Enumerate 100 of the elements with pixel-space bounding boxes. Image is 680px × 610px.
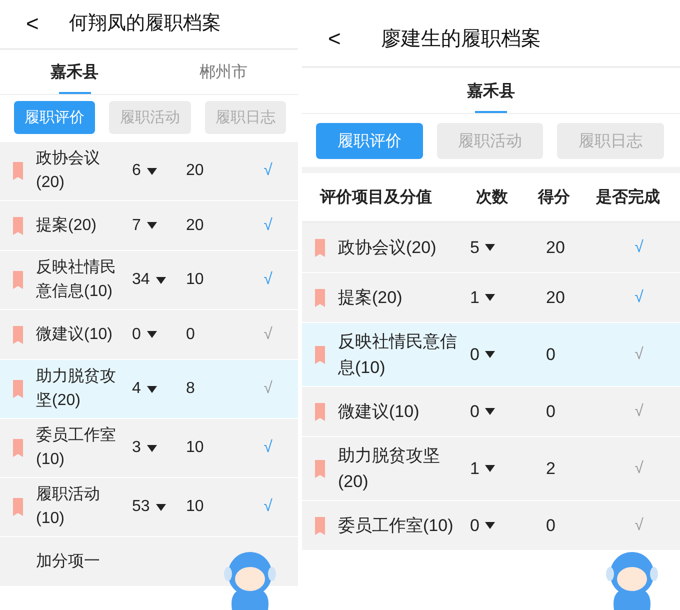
count-dropdown[interactable]: 0 (462, 342, 496, 368)
score-value: 10 (186, 497, 204, 517)
bookmark-icon (13, 326, 23, 344)
score-value: 10 (186, 270, 204, 290)
item-name: 提案(20) (338, 286, 404, 309)
caret-icon (156, 276, 166, 284)
item-name: 政协会议(20) (36, 148, 101, 193)
score-value: 20 (545, 286, 565, 309)
count-dropdown[interactable]: 1 (462, 456, 496, 482)
check-mark: √ (634, 516, 644, 536)
count-dropdown[interactable]: 53 (128, 495, 166, 519)
caret-icon (485, 408, 496, 415)
item-name: 加分项一 (36, 552, 101, 572)
bookmark-icon (13, 498, 23, 516)
count-dropdown[interactable]: 4 (128, 377, 157, 401)
table-row[interactable]: 加分项一 (0, 537, 298, 587)
item-name: 委员工作室(10) (338, 514, 454, 537)
caret-icon (146, 331, 157, 338)
table-row[interactable]: 提案(20) 7 20 √ (0, 201, 298, 251)
check-mark: √ (264, 497, 272, 517)
check-mark: √ (264, 161, 272, 181)
bookmark-icon (13, 162, 23, 180)
count-dropdown[interactable]: 0 (128, 322, 157, 346)
item-name: 反映社情民意信息(10) (36, 258, 117, 302)
count-dropdown[interactable]: 3 (128, 436, 157, 460)
table-row[interactable]: 委员工作室(10) 0 0 √ (302, 501, 680, 551)
check-mark: √ (264, 379, 272, 399)
page-title: 廖建生的履职档案 (380, 27, 541, 52)
column-header: 次数 (476, 186, 509, 208)
item-name: 履职活动(10) (36, 485, 101, 529)
score-value: 0 (545, 514, 556, 537)
region-tab[interactable]: 嘉禾县 (0, 50, 149, 94)
score-value: 20 (545, 236, 565, 259)
bookmark-icon (13, 380, 23, 398)
column-header: 评价项目及分值 (318, 186, 433, 208)
table-row[interactable]: 微建议(10) 0 0 √ (0, 310, 298, 360)
table-row[interactable]: 政协会议(20) 5 20 √ (302, 223, 680, 273)
bookmark-icon (13, 439, 23, 457)
column-header: 得分 (538, 186, 571, 208)
check-mark: √ (634, 238, 644, 258)
count-dropdown[interactable]: 7 (128, 214, 157, 238)
column-header: 是否完成 (596, 186, 661, 208)
count-dropdown[interactable]: 0 (462, 398, 496, 424)
check-mark: √ (634, 458, 644, 478)
score-value: 10 (186, 438, 204, 458)
check-mark: √ (264, 438, 272, 458)
item-name: 委员工作室(10) (36, 426, 117, 470)
bookmark-icon (315, 346, 325, 364)
caret-icon (485, 522, 496, 529)
item-name: 微建议(10) (338, 400, 420, 423)
caret-icon (156, 504, 166, 510)
count-dropdown[interactable]: 6 (128, 159, 157, 183)
check-mark: √ (264, 270, 272, 290)
score-value: 0 (545, 400, 556, 423)
score-value: 8 (186, 379, 195, 399)
bookmark-icon (315, 460, 325, 478)
check-mark: √ (634, 402, 644, 422)
count-dropdown[interactable]: 34 (128, 268, 166, 292)
bookmark-icon (13, 216, 23, 234)
region-tab[interactable]: 嘉禾县 (302, 68, 680, 113)
caret-icon (485, 351, 496, 358)
bookmark-icon (315, 238, 325, 256)
table-row[interactable]: 提案(20) 1 20 √ (302, 273, 680, 323)
caret-icon (485, 294, 496, 301)
table-row[interactable]: 助力脱贫攻坚(20) 1 2 √ (302, 437, 680, 501)
check-mark: √ (634, 288, 644, 308)
region-tab[interactable]: 郴州市 (149, 50, 298, 94)
item-name: 反映社情民意信息(10) (338, 331, 458, 378)
caret-icon (146, 386, 157, 392)
item-name: 助力脱贫攻坚(20) (338, 445, 441, 492)
check-mark: √ (264, 216, 272, 236)
back-button[interactable]: < (20, 13, 45, 35)
back-button[interactable]: < (322, 28, 347, 50)
bookmark-icon (315, 402, 325, 420)
item-name: 政协会议(20) (338, 236, 438, 259)
caret-icon (146, 222, 157, 229)
bookmark-icon (315, 516, 325, 534)
score-value: 0 (545, 344, 556, 366)
item-name: 提案(20) (36, 215, 98, 236)
score-value: 0 (186, 324, 195, 344)
caret-icon (485, 465, 496, 472)
table-row[interactable]: 政协会议(20) 6 20 √ (0, 142, 298, 201)
count-dropdown[interactable]: 0 (462, 512, 496, 538)
caret-icon (485, 244, 496, 251)
check-mark: √ (634, 344, 644, 364)
caret-icon (146, 444, 157, 452)
item-name: 助力脱贫攻坚(20) (36, 366, 117, 411)
score-value: 20 (186, 216, 204, 236)
count-dropdown[interactable]: 5 (462, 234, 496, 260)
score-value: 20 (186, 161, 204, 181)
item-name: 微建议(10) (36, 324, 114, 344)
check-mark: √ (264, 324, 272, 344)
table-row[interactable]: 履职活动(10) 53 10 √ (0, 478, 298, 537)
caret-icon (146, 168, 157, 174)
bookmark-icon (315, 288, 325, 306)
bookmark-icon (13, 271, 23, 289)
table-row[interactable]: 微建议(10) 0 0 √ (302, 387, 680, 437)
score-value: 2 (545, 458, 556, 480)
page-title: 何翔凤的履职档案 (68, 12, 221, 36)
count-dropdown[interactable]: 1 (462, 284, 496, 310)
